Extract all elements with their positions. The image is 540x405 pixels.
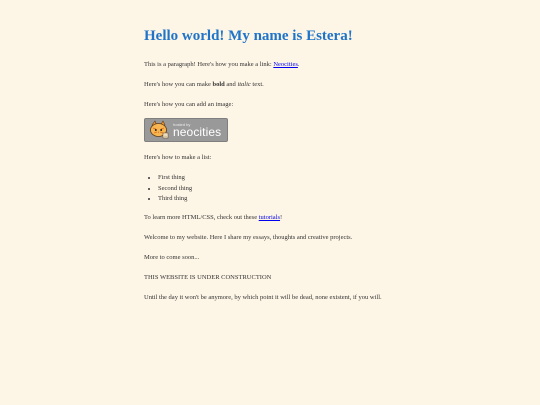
formatting-text-after: text. — [250, 81, 264, 88]
tutorial-text-before: To learn more HTML/CSS, check out these — [144, 213, 259, 221]
neocities-badge-image: hosted by neocities — [144, 118, 228, 142]
coming-soon-paragraph: More to come soon... — [144, 253, 200, 261]
tutorials-link[interactable]: tutorials — [259, 214, 280, 221]
formatting-text-middle: and — [224, 81, 238, 88]
list-item: First thing — [158, 173, 414, 184]
badge-brand-text: neocities — [173, 125, 222, 139]
page: Hello world! My name is Estera! This is … — [0, 0, 540, 405]
welcome-paragraph: Welcome to my website. Here I share my e… — [144, 233, 353, 241]
page-title: Hello world! My name is Estera! — [144, 28, 353, 44]
list-item: Third thing — [158, 194, 414, 205]
intro-text-before: This is a paragraph! Here's how you make… — [144, 61, 274, 68]
intro-text-after: . — [297, 61, 300, 68]
tutorial-text-after: ! — [280, 213, 283, 221]
formatting-paragraph: Here's how you can make bold and italic … — [144, 80, 414, 89]
list-item: Second thing — [158, 184, 414, 195]
intro-paragraph: This is a paragraph! Here's how you make… — [144, 60, 414, 69]
image-paragraph: Here's how you can add an image: — [144, 101, 234, 108]
list-intro: Here's how to make a list: — [144, 154, 212, 161]
italic-text: italic — [237, 81, 251, 88]
example-list: First thing Second thing Third thing — [144, 173, 414, 205]
formatting-text-before: Here's how you can make — [144, 81, 213, 88]
neocities-link[interactable]: Neocities — [273, 61, 298, 68]
construction-paragraph: THIS WEBSITE IS UNDER CONSTRUCTION — [144, 273, 272, 281]
until-paragraph: Until the day it won't be anymore, by wh… — [144, 293, 382, 301]
main-content: Hello world! My name is Estera! This is … — [144, 26, 414, 313]
bold-text: bold — [212, 81, 225, 88]
tutorial-paragraph: To learn more HTML/CSS, check out these … — [144, 213, 414, 222]
image-container: hosted by neocities — [144, 118, 414, 144]
neocities-cat-icon — [150, 120, 169, 139]
